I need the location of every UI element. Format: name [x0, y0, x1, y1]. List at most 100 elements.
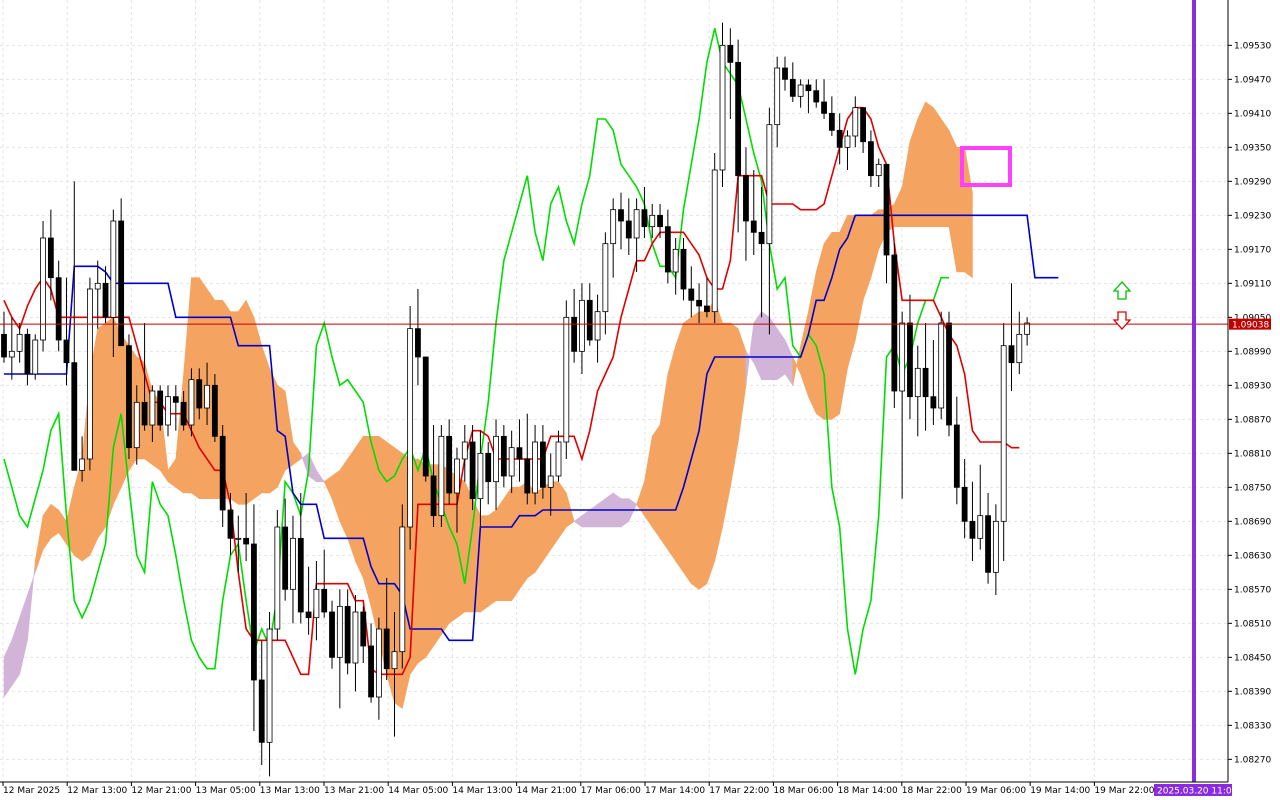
bear-candle [805, 84, 812, 92]
bear-candle [227, 509, 234, 539]
x-tick-label: 17 Mar 22:00 [709, 786, 769, 796]
kumo-segment [417, 458, 427, 664]
bear-candle [344, 605, 351, 664]
kumo-segment [667, 345, 676, 562]
x-tick-label: 18 Mar 22:00 [902, 786, 962, 796]
y-tick-label: 1.09110 [1234, 279, 1271, 289]
bear-candle [47, 237, 54, 279]
kumo-segment [355, 435, 364, 579]
bear-candle [329, 611, 335, 658]
x-tick-label: 13 Mar 05:00 [196, 786, 256, 796]
bull-candle [547, 475, 554, 488]
x-tick-label: 14 Mar 21:00 [517, 786, 577, 796]
bull-candle [914, 367, 921, 398]
x-tick-label: 19 Mar 22:00 [1094, 786, 1154, 796]
bear-candle [680, 248, 687, 290]
bear-candle [1, 333, 7, 358]
bull-candle [110, 220, 117, 318]
bull-candle [94, 282, 101, 290]
bull-candle [454, 458, 460, 494]
bear-candle [196, 379, 203, 409]
bear-candle [141, 401, 148, 426]
y-tick-label: 1.08930 [1234, 381, 1271, 391]
bear-candle [883, 163, 890, 256]
bear-candle [641, 209, 648, 228]
ichimoku-chart[interactable]: 1.09530 1.09470 1.09410 1.09350 1.09290 1.092… [0, 0, 1280, 800]
bull-candle [165, 396, 171, 426]
bull-candle [1024, 322, 1031, 335]
y-tick-label: 1.09530 [1234, 41, 1271, 51]
bull-candle [493, 435, 499, 483]
bear-candle [516, 447, 523, 460]
bull-candle [313, 588, 320, 619]
bull-candle [875, 163, 882, 177]
x-tick-label: 13 Mar 13:00 [260, 786, 320, 796]
kumo-segment [917, 101, 926, 227]
kumo-segment [362, 436, 372, 607]
bull-candle [399, 526, 406, 653]
bear-candle [321, 588, 328, 613]
bear-candle [727, 44, 734, 63]
kumo-segment [487, 509, 497, 607]
bear-candle [821, 101, 827, 114]
bull-candle [797, 84, 804, 97]
bear-candle [836, 129, 843, 148]
bear-candle [446, 435, 453, 494]
bull-candle [375, 628, 382, 698]
x-tick-label: 13 Mar 21:00 [324, 786, 384, 796]
bear-candle [24, 333, 31, 375]
bull-candle [8, 350, 15, 358]
bear-candle [969, 520, 976, 539]
kumo-segment [542, 481, 552, 562]
bear-candle [368, 645, 374, 698]
kumo-segment [761, 311, 770, 380]
bull-candle [508, 447, 515, 477]
kumo-segment [698, 311, 708, 590]
current-time-badge: 2025.03.20 11:00 [1154, 784, 1238, 797]
bear-candle [430, 475, 437, 517]
bear-candle [664, 226, 671, 273]
bull-candle [235, 537, 242, 540]
kumo-segment [519, 481, 528, 591]
bear-candle [789, 78, 796, 97]
bear-candle [55, 277, 62, 341]
kumo-segment [526, 480, 536, 579]
bear-candle [485, 452, 492, 483]
bull-candle [852, 107, 859, 137]
bear-candle [696, 299, 702, 307]
y-tick-label: 1.08330 [1234, 721, 1271, 731]
bear-candle [282, 526, 289, 590]
kumo-segment [245, 300, 255, 505]
bull-candle [352, 611, 359, 664]
kumo-segment [690, 311, 700, 590]
bear-candle [930, 396, 937, 409]
bear-candle [688, 288, 695, 301]
bull-candle [633, 209, 640, 239]
kumo-segment [503, 486, 512, 601]
bear-candle [118, 220, 125, 347]
bear-candle [360, 611, 367, 647]
bear-candle [813, 90, 820, 103]
bear-candle [907, 322, 913, 398]
y-tick-label: 1.08870 [1234, 415, 1271, 425]
kumo-segment [683, 316, 692, 585]
kumo-segment [261, 345, 270, 494]
bull-candle [992, 520, 999, 573]
bear-candle [860, 107, 866, 143]
bear-candle [961, 486, 968, 522]
y-tick-label: 1.08990 [1234, 347, 1271, 357]
bull-candle [774, 67, 781, 126]
kumo-segment [50, 503, 59, 539]
kumo-segment [815, 243, 825, 420]
x-tick-label: 18 Mar 14:00 [838, 786, 898, 796]
y-tick-label: 1.09350 [1234, 143, 1271, 153]
bull-candle [711, 169, 718, 313]
y-tick-label: 1.09290 [1234, 177, 1271, 187]
y-tick-label: 1.08270 [1234, 755, 1271, 765]
bear-candle [102, 282, 109, 318]
y-tick-label: 1.09170 [1234, 245, 1271, 255]
x-tick-label: 17 Mar 06:00 [581, 786, 641, 796]
bull-candle [1000, 345, 1007, 522]
current-time-label: 2025.03.20 11:00 [1157, 787, 1238, 797]
bull-candle [290, 537, 296, 590]
